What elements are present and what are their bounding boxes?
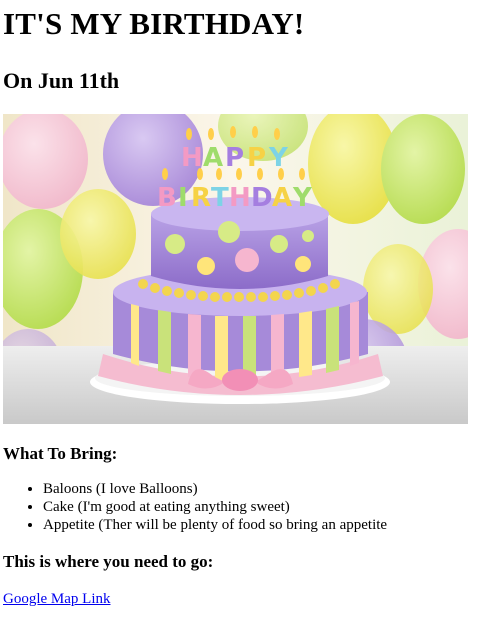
- date-heading: On Jun 11th: [3, 68, 120, 93]
- list-item: Baloons (I love Balloons): [43, 480, 482, 498]
- list-item: Appetite (Ther will be plenty of food so…: [43, 516, 482, 534]
- svg-text:Y: Y: [292, 183, 313, 213]
- svg-text:B: B: [157, 183, 177, 213]
- page-title: IT'S MY BIRTHDAY!: [3, 6, 305, 41]
- list-item: Cake (I'm good at eating anything sweet): [43, 498, 482, 516]
- svg-text:D: D: [251, 183, 273, 213]
- birthday-cake-image: H A P P Y B I R T H D A Y: [3, 114, 468, 424]
- bring-list: Baloons (I love Balloons) Cake (I'm good…: [3, 480, 482, 534]
- bring-heading: What To Bring:: [3, 444, 118, 463]
- svg-text:A: A: [272, 183, 292, 213]
- svg-text:Y: Y: [268, 143, 289, 173]
- svg-text:T: T: [211, 183, 229, 213]
- svg-text:I: I: [178, 183, 188, 213]
- svg-text:P: P: [247, 143, 266, 173]
- page-content: IT'S MY BIRTHDAY! On Jun 11th H A P P Y …: [0, 6, 482, 608]
- svg-text:H: H: [229, 183, 251, 213]
- svg-text:P: P: [225, 143, 244, 173]
- google-map-link[interactable]: Google Map Link: [3, 591, 110, 608]
- svg-text:R: R: [191, 183, 211, 213]
- location-heading: This is where you need to go:: [3, 552, 214, 571]
